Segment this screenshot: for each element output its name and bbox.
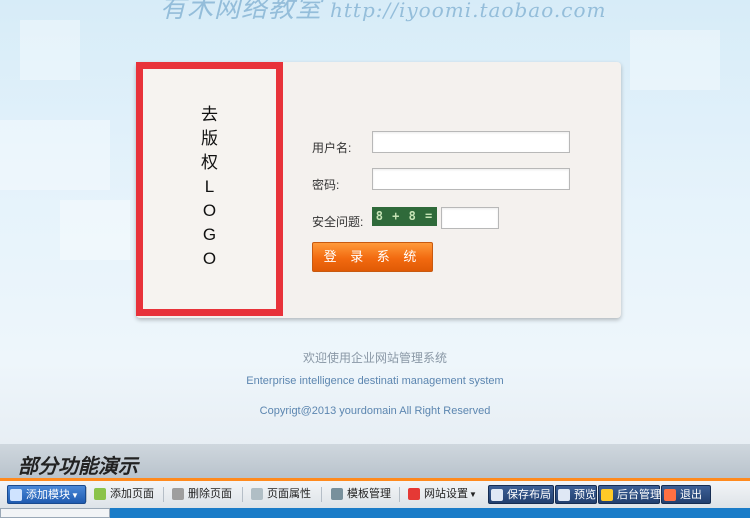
security-question-label: 安全问题: xyxy=(312,215,364,229)
save-layout-button[interactable]: 保存布局 xyxy=(488,485,554,504)
page-properties-label: 页面属性 xyxy=(267,488,311,500)
username-input[interactable] xyxy=(372,131,570,153)
preview-button[interactable]: 预览 xyxy=(555,485,597,504)
toolbar-separator xyxy=(86,487,87,502)
captcha-image: 8 + 8 = xyxy=(372,207,437,226)
exit-button[interactable]: 退出 xyxy=(661,485,711,504)
welcome-text-en: Enterprise intelligence destinati manage… xyxy=(246,375,504,387)
logo-char: 去 xyxy=(201,105,218,124)
welcome-text-cn: 欢迎使用企业网站管理系统 xyxy=(302,351,447,365)
copyright-text: Copyrigt@2013 yourdomain All Right Reser… xyxy=(259,405,491,417)
logo-char: O xyxy=(202,201,217,220)
logo-char: G xyxy=(202,225,217,244)
editor-toolbar: 添加模块▼ 添加页面 删除页面 页面属性 模板管理 网站设置▼ 保存布局 预览 … xyxy=(0,481,750,509)
logo-char: O xyxy=(202,249,217,268)
chevron-down-icon: ▼ xyxy=(71,491,79,500)
module-icon xyxy=(10,489,22,501)
login-card: 去 版 权 L O G O 用户名: 密码: 安全问题: 8 + 8 = 登 录… xyxy=(136,62,621,318)
watermark-cn: 有木网络教室 xyxy=(160,0,323,24)
page-properties-icon xyxy=(251,488,263,500)
security-answer-input[interactable] xyxy=(441,207,499,229)
logo-placeholder: 去 版 权 L O G O xyxy=(136,62,283,316)
add-page-label: 添加页面 xyxy=(110,488,154,500)
preview-label: 预览 xyxy=(574,489,596,501)
toolbar-separator xyxy=(321,487,322,502)
logo-char: 版 xyxy=(201,129,218,148)
admin-label: 后台管理 xyxy=(617,489,661,501)
toolbar-separator xyxy=(163,487,164,502)
template-management-label: 模板管理 xyxy=(347,488,391,500)
username-label: 用户名: xyxy=(312,141,352,155)
background-tile xyxy=(630,30,720,90)
exit-label: 退出 xyxy=(680,489,702,501)
site-settings-label: 网站设置 xyxy=(424,488,468,500)
add-page-icon xyxy=(94,488,106,500)
delete-page-icon xyxy=(172,488,184,500)
site-settings-button[interactable]: 网站设置▼ xyxy=(406,485,477,504)
password-label: 密码: xyxy=(312,178,340,192)
add-module-label: 添加模块 xyxy=(26,489,70,501)
toolbar-separator xyxy=(242,487,243,502)
delete-page-button[interactable]: 删除页面 xyxy=(170,485,232,504)
template-management-button[interactable]: 模板管理 xyxy=(329,485,391,504)
background-tile xyxy=(0,120,110,190)
preview-icon xyxy=(558,489,570,501)
bottom-strip xyxy=(0,508,750,518)
page-properties-button[interactable]: 页面属性 xyxy=(249,485,311,504)
exit-icon xyxy=(664,489,676,501)
admin-button[interactable]: 后台管理 xyxy=(598,485,661,504)
password-input[interactable] xyxy=(372,168,570,190)
background-tile xyxy=(20,20,80,80)
add-module-button[interactable]: 添加模块▼ xyxy=(7,485,86,504)
delete-page-label: 删除页面 xyxy=(188,488,232,500)
watermark-url: http://iyoomi.taobao.com xyxy=(330,0,607,22)
dropdown-menu[interactable] xyxy=(0,508,110,518)
toolbar-separator xyxy=(399,487,400,502)
logo-char: L xyxy=(204,177,215,196)
template-icon xyxy=(331,488,343,500)
tools-icon xyxy=(408,488,420,500)
admin-icon xyxy=(601,489,613,501)
demo-title: 部分功能演示 xyxy=(18,456,138,478)
save-layout-label: 保存布局 xyxy=(507,489,551,501)
save-icon xyxy=(491,489,503,501)
watermark: 有木网络教室 http://iyoomi.taobao.com xyxy=(160,0,605,24)
logo-char: 权 xyxy=(201,153,218,172)
add-page-button[interactable]: 添加页面 xyxy=(92,485,154,504)
login-button[interactable]: 登 录 系 统 xyxy=(312,242,433,272)
logo-text: 去 版 权 L O G O xyxy=(143,103,276,271)
background-tile xyxy=(60,200,130,260)
chevron-down-icon: ▼ xyxy=(469,490,477,499)
